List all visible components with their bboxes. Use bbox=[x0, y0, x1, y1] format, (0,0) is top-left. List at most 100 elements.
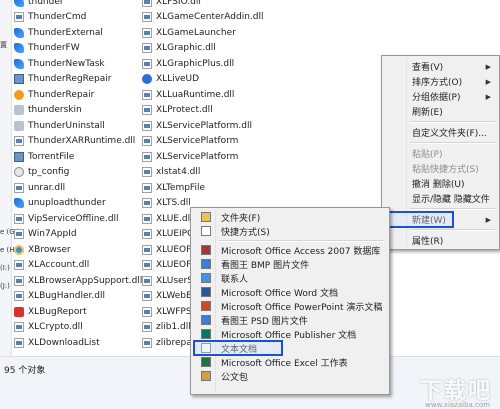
menu-item-label: Microsoft Office Excel 工作表 bbox=[221, 358, 348, 369]
file-item[interactable]: XLBrowserAppSupport.dll bbox=[14, 273, 142, 288]
file-name: thunder bbox=[28, 0, 64, 7]
image-icon bbox=[201, 259, 211, 269]
file-item[interactable]: XLProtect.dll bbox=[142, 103, 213, 118]
dll-file-icon bbox=[142, 213, 152, 224]
file-item[interactable]: ThunderXARRuntime.dll bbox=[14, 134, 135, 149]
blue-file-icon bbox=[142, 74, 152, 84]
menu-item[interactable]: 查看(V) ▶ bbox=[384, 59, 497, 74]
file-item[interactable]: ThunderExternal bbox=[14, 25, 103, 40]
menu-item-label: 文件夹(F) bbox=[221, 213, 261, 224]
file-item[interactable]: zlib1.dll bbox=[142, 320, 191, 335]
dll-file-icon bbox=[142, 43, 152, 53]
file-item[interactable]: ThunderFW bbox=[14, 41, 80, 56]
dll-file-icon bbox=[14, 337, 24, 348]
file-item[interactable]: XLBugHandler.dll bbox=[14, 289, 105, 304]
nav-drive-j[interactable]: (J:) bbox=[0, 282, 10, 290]
gray-file-icon bbox=[14, 105, 24, 115]
file-item[interactable]: XLGameCenterAddin.dll bbox=[142, 10, 263, 25]
menu-item[interactable]: 分组依据(P) ▶ bbox=[384, 89, 497, 104]
submenu-item[interactable]: Microsoft Office Access 2007 数据库 bbox=[193, 243, 387, 257]
submenu-item[interactable]: 联系人 bbox=[193, 271, 387, 285]
file-item[interactable]: thunder bbox=[14, 0, 64, 9]
menu-item-label: 自定义文件夹(F)... bbox=[412, 129, 487, 139]
file-item[interactable]: ThunderCmd bbox=[14, 10, 86, 25]
file-item[interactable]: ThunderUninstall bbox=[14, 118, 105, 133]
menu-item-label: 显示/隐藏 隐藏文件 bbox=[412, 195, 490, 205]
file-item[interactable]: XLServicePlatform.dll bbox=[142, 118, 252, 133]
contact-icon bbox=[201, 273, 211, 283]
navigation-pane-strip: 置 e (G:) e (H:) (I:) (J:) bbox=[0, 0, 20, 356]
file-item[interactable]: XLWebE bbox=[142, 289, 192, 304]
file-item[interactable]: ThunderRegRepair bbox=[14, 72, 111, 87]
nav-drive-i[interactable]: (I:) bbox=[0, 264, 10, 272]
menu-item-label: 分组依据(P) bbox=[412, 93, 461, 103]
menu-item[interactable]: 粘贴(P) bbox=[384, 146, 497, 161]
file-item[interactable]: XLUEOPS bbox=[142, 258, 197, 273]
file-item[interactable]: VipServiceOffline.dll bbox=[14, 211, 119, 226]
file-item[interactable]: XLUEOP bbox=[142, 242, 192, 257]
file-item[interactable]: ThunderNewTask bbox=[14, 56, 105, 71]
file-item[interactable]: TorrentFile bbox=[14, 149, 74, 164]
submenu-item[interactable]: 看图王 PSD 图片文件 bbox=[193, 313, 387, 327]
file-name: xlstat4.dll bbox=[156, 167, 201, 177]
menu-item[interactable]: 粘贴快捷方式(S) bbox=[384, 161, 497, 176]
file-item[interactable]: XLCrypto.dll bbox=[14, 320, 83, 335]
file-item[interactable]: XBrowser bbox=[14, 242, 71, 257]
file-item[interactable]: XLGraphic.dll bbox=[142, 41, 216, 56]
submenu-item[interactable]: Microsoft Office Excel 工作表 bbox=[193, 355, 387, 369]
menu-item[interactable]: 排序方式(O) ▶ bbox=[384, 74, 497, 89]
access-icon bbox=[201, 245, 211, 255]
file-item[interactable]: XLTS.dll bbox=[142, 196, 191, 211]
submenu-item[interactable]: Microsoft Office Word 文档 bbox=[193, 285, 387, 299]
dll-file-icon bbox=[142, 275, 152, 286]
file-item[interactable]: XLBugReport bbox=[14, 304, 87, 319]
menu-item[interactable]: 刷新(E) bbox=[384, 104, 497, 119]
menu-item-label: 看图王 PSD 图片文件 bbox=[221, 316, 308, 327]
file-item[interactable]: XLGameLauncher bbox=[142, 25, 236, 40]
excel-icon bbox=[201, 357, 211, 367]
submenu-item[interactable]: Microsoft Office Publisher 文档 bbox=[193, 327, 387, 341]
submenu-item[interactable]: 看图王 BMP 图片文件 bbox=[193, 257, 387, 271]
submenu-item[interactable]: 快捷方式(S) bbox=[193, 224, 387, 238]
file-item[interactable]: XLServicePlatform bbox=[142, 134, 238, 149]
file-item[interactable]: tp_config bbox=[14, 165, 69, 180]
menu-item-label: 公文包 bbox=[221, 372, 249, 383]
menu-item-label: 快捷方式(S) bbox=[221, 227, 270, 238]
file-name: XLProtect.dll bbox=[156, 105, 213, 115]
file-item[interactable]: XLLuaRuntime.dll bbox=[142, 87, 234, 102]
menu-item-label: 查看(V) bbox=[412, 63, 444, 73]
file-item[interactable]: xlstat4.dll bbox=[142, 165, 200, 180]
menu-item[interactable]: 显示/隐藏 隐藏文件 bbox=[384, 191, 497, 206]
file-name: ThunderCmd bbox=[28, 12, 87, 22]
file-item[interactable]: XLFSIO.dll bbox=[142, 0, 201, 9]
file-item[interactable]: XLUserS bbox=[142, 273, 193, 288]
ppt-icon bbox=[201, 301, 211, 311]
dll-file-icon bbox=[142, 151, 152, 162]
file-item[interactable]: XLLiveUD bbox=[142, 72, 199, 87]
file-name: unrar.dll bbox=[28, 182, 66, 193]
file-item[interactable]: unuploadthunder bbox=[14, 196, 106, 211]
file-item[interactable]: XLServicePlatform bbox=[142, 149, 238, 164]
file-item[interactable]: XLAccount.dll bbox=[14, 258, 89, 273]
menu-item[interactable]: 自定义文件夹(F)... bbox=[384, 125, 497, 140]
submenu-item[interactable]: Microsoft Office PowerPoint 演示文稿 bbox=[193, 299, 387, 313]
dll-file-icon bbox=[142, 105, 152, 115]
file-item[interactable]: Win7AppId bbox=[14, 227, 77, 242]
file-item[interactable]: ThunderRepair bbox=[14, 87, 94, 102]
file-item[interactable]: XLUE.dll bbox=[142, 211, 193, 226]
file-item[interactable]: unrar.dll bbox=[14, 180, 65, 195]
submenu-arrow-icon: ▶ bbox=[485, 62, 491, 71]
menu-item[interactable]: 属性(R) bbox=[384, 233, 497, 248]
file-item[interactable]: zlibrepa bbox=[142, 335, 192, 350]
file-item[interactable]: thunderskin bbox=[14, 103, 82, 118]
file-item[interactable]: XLWFPS bbox=[142, 304, 192, 319]
submenu-item[interactable]: 公文包 bbox=[193, 369, 387, 383]
file-name: XLUEOP bbox=[156, 244, 192, 255]
file-name: XLBugHandler.dll bbox=[28, 291, 105, 301]
file-item[interactable]: XLUEIPC bbox=[142, 227, 193, 242]
file-item[interactable]: XLGraphicPlus.dll bbox=[142, 56, 234, 71]
file-item[interactable]: XLTempFile bbox=[142, 180, 205, 195]
submenu-item[interactable]: 文件夹(F) bbox=[193, 210, 387, 224]
file-item[interactable]: XLDownloadList bbox=[14, 335, 100, 350]
menu-item[interactable]: 撤消 删除(U) bbox=[384, 176, 497, 191]
